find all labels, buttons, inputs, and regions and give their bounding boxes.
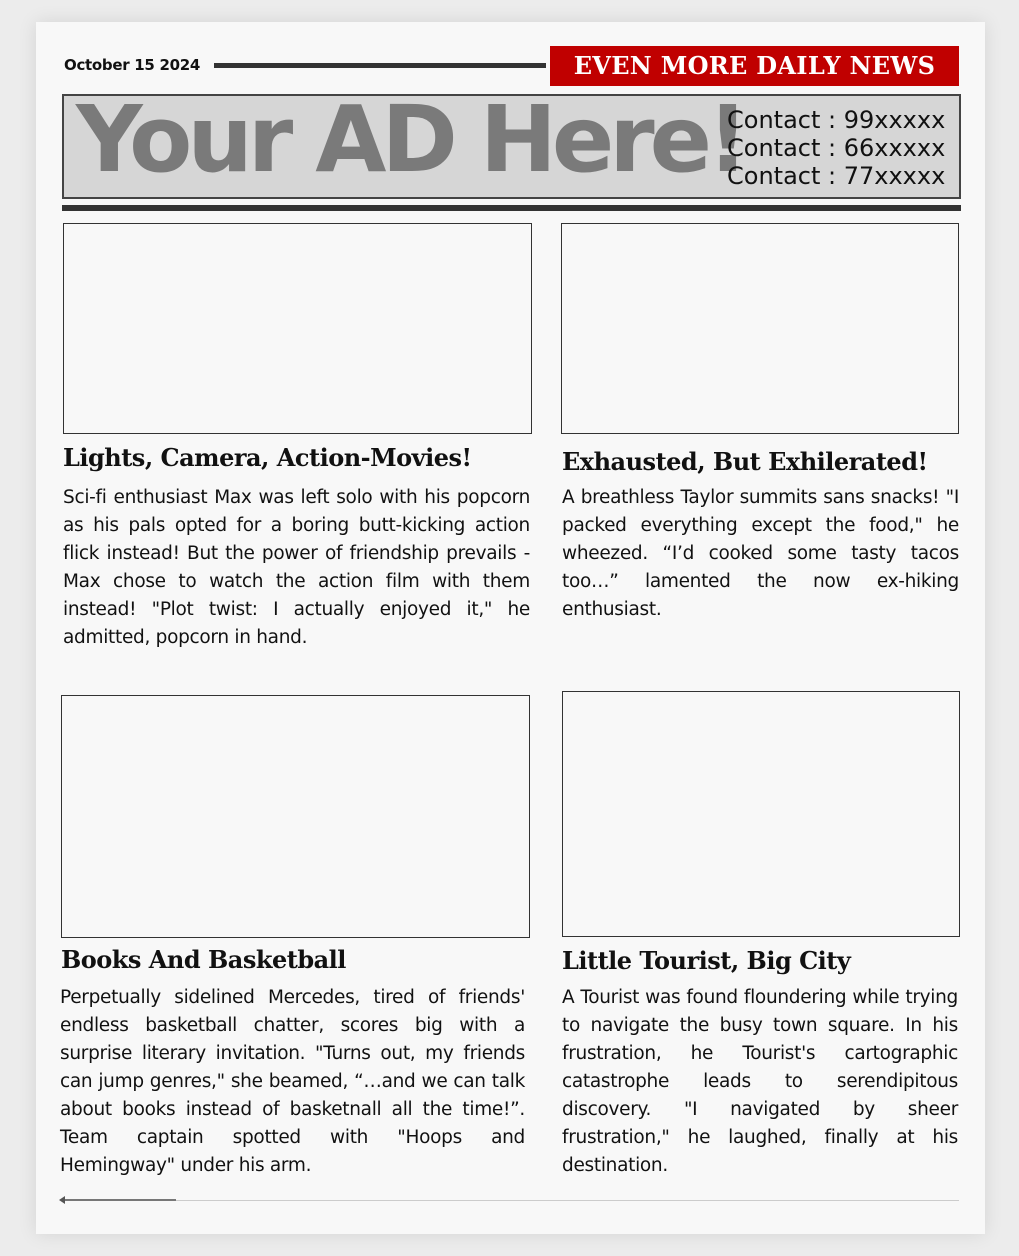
article-photo-placeholder xyxy=(63,223,532,434)
article-headline: Exhausted, But Exhilerated! xyxy=(562,447,928,476)
ad-contact-line: Contact : 66xxxxx xyxy=(727,134,946,162)
horizontal-scrollbar-thumb[interactable] xyxy=(62,1199,176,1201)
ad-contact-line: Contact : 77xxxxx xyxy=(727,162,946,190)
article-body: Perpetually sidelined Mercedes, tired of… xyxy=(60,987,525,1176)
ad-contact-line: Contact : 99xxxxx xyxy=(727,106,946,134)
section-divider xyxy=(62,205,961,211)
scroll-left-arrow-icon[interactable] xyxy=(59,1196,65,1204)
article-photo-placeholder xyxy=(561,223,959,434)
article-headline: Books And Basketball xyxy=(61,945,346,974)
article-headline: Lights, Camera, Action-Movies! xyxy=(63,443,472,472)
article-body: A Tourist was found floundering while tr… xyxy=(562,987,958,1176)
horizontal-scrollbar-track[interactable] xyxy=(62,1200,959,1201)
ad-contacts: Contact : 99xxxxx Contact : 66xxxxx Cont… xyxy=(727,106,945,190)
article-photo-placeholder xyxy=(562,691,960,937)
issue-date: October 15 2024 xyxy=(64,56,200,74)
masthead-banner: EVEN MORE DAILY NEWS xyxy=(550,46,959,86)
article-body: A breathless Taylor summits sans snacks!… xyxy=(562,487,959,620)
ad-banner: Your AD Here! Contact : 99xxxxx Contact … xyxy=(62,94,961,199)
header-divider xyxy=(214,63,546,68)
article-photo-placeholder xyxy=(61,695,530,938)
article-body: Sci-fi enthusiast Max was left solo with… xyxy=(63,487,530,648)
article-headline: Little Tourist, Big City xyxy=(562,946,851,975)
ad-headline: Your AD Here! xyxy=(76,94,749,193)
